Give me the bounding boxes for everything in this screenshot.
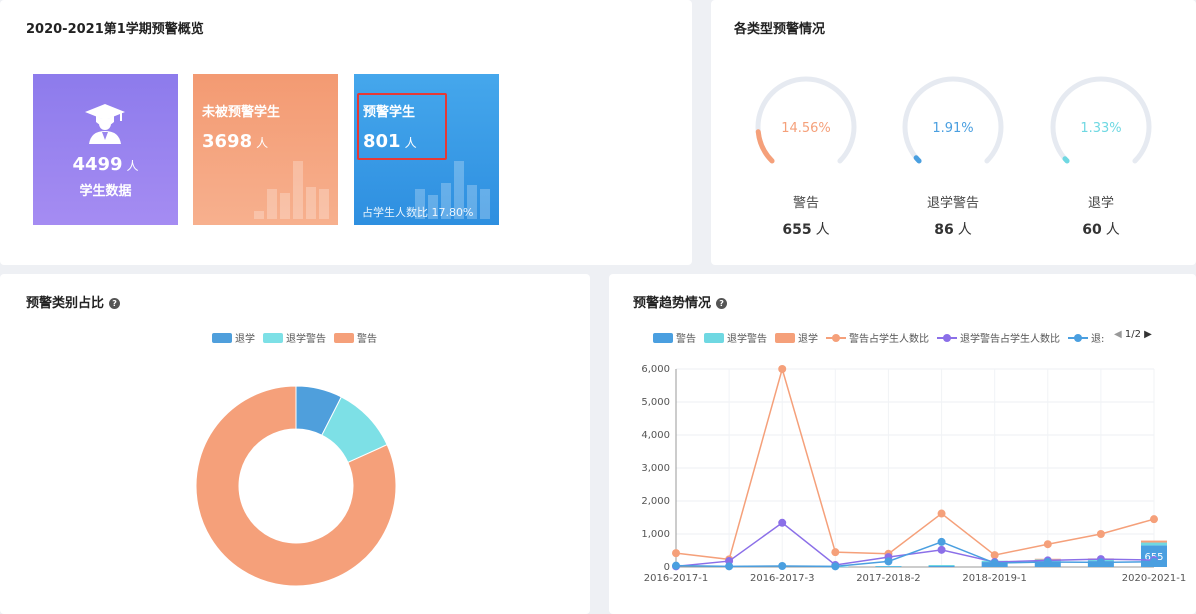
- point-警告占学生人数比[interactable]: [778, 365, 787, 373]
- point-退学占学生人数比[interactable]: [990, 559, 999, 568]
- total-students-card[interactable]: 4499 人 学生数据: [33, 74, 178, 225]
- category-panel: 预警类别占比? 退学 退学警告 警告: [0, 274, 590, 614]
- ring-track: [902, 76, 1004, 164]
- point-警告占学生人数比[interactable]: [937, 509, 946, 518]
- bar-退学警告[interactable]: [875, 566, 902, 567]
- point-退学占学生人数比[interactable]: [1043, 558, 1052, 567]
- bar-退学警告[interactable]: [928, 565, 955, 567]
- category-donut-chart: [195, 385, 397, 587]
- type-name: 警告: [792, 196, 819, 211]
- bar-警告[interactable]: [928, 566, 955, 567]
- point-退学占学生人数比[interactable]: [1096, 558, 1105, 567]
- y-tick-label: 1,000: [641, 529, 670, 540]
- x-tick-label: 2017-2018-2: [856, 573, 920, 584]
- point-退学警告占学生人数比[interactable]: [937, 545, 946, 554]
- point-警告占学生人数比[interactable]: [990, 551, 999, 560]
- graduate-icon: [85, 104, 125, 144]
- trend-chart: 0 1,000 2,000 3,000 4,000 5,000 6,000 2016-2017…: [641, 364, 1186, 584]
- x-tick-label: 2016-2017-3: [750, 573, 814, 584]
- total-students-count: 4499 人: [72, 154, 139, 175]
- ring-percent: 14.56%: [781, 121, 831, 136]
- point-退学占学生人数比[interactable]: [672, 561, 680, 570]
- total-students-label: 学生数据: [79, 184, 132, 199]
- overview-title: 2020-2021第1学期预警概览: [26, 22, 204, 37]
- ring-progress: [913, 155, 922, 164]
- ring-track: [1050, 76, 1152, 164]
- bar-退学[interactable]: [1141, 540, 1167, 543]
- type-count: 60 人: [1082, 222, 1120, 238]
- ring-percent: 1.33%: [1080, 121, 1121, 136]
- not-warned-card[interactable]: 未被预警学生 3698 人: [193, 74, 338, 225]
- point-退学占学生人数比[interactable]: [831, 562, 840, 571]
- ring-track: [755, 76, 857, 164]
- bar-退学警告[interactable]: [1141, 542, 1167, 546]
- type-name: 退学: [1087, 196, 1114, 211]
- type-count: 86 人: [934, 222, 972, 238]
- ring-progress: [1062, 156, 1070, 164]
- ring-progress: [755, 129, 775, 164]
- point-退学警告占学生人数比[interactable]: [778, 518, 787, 527]
- line-警告占学生人数比: [675, 366, 1155, 561]
- y-tick-label: 6,000: [641, 364, 670, 375]
- type-ring: 1.91%: [902, 76, 1004, 164]
- point-退学占学生人数比[interactable]: [778, 562, 787, 571]
- decorative-bars: [254, 149, 330, 219]
- point-警告占学生人数比[interactable]: [1043, 540, 1052, 549]
- point-警告占学生人数比[interactable]: [672, 549, 680, 558]
- point-退学占学生人数比[interactable]: [725, 562, 734, 571]
- y-tick-label: 5,000: [641, 397, 670, 408]
- ring-percent: 1.91%: [932, 121, 973, 136]
- point-退学占学生人数比[interactable]: [1150, 557, 1158, 566]
- x-tick-label: 2018-2019-1: [962, 573, 1026, 584]
- y-tick-label: 3,000: [641, 463, 670, 474]
- type-ring: 1.33%: [1050, 76, 1152, 164]
- warned-ratio: 占学生人数比 17.80%: [362, 206, 474, 219]
- point-警告占学生人数比[interactable]: [1150, 515, 1158, 524]
- not-warned-label: 未被预警学生: [202, 105, 281, 120]
- point-退学占学生人数比[interactable]: [937, 537, 946, 546]
- y-tick-label: 0: [664, 562, 670, 573]
- y-tick-label: 4,000: [641, 430, 670, 441]
- warned-card[interactable]: 预警学生 801 人 占学生人数比 17.80%: [354, 74, 499, 225]
- point-退学占学生人数比[interactable]: [884, 557, 893, 566]
- type-name: 退学警告: [926, 196, 979, 211]
- line-退学警告占学生人数比: [675, 521, 1155, 568]
- types-title: 各类型预警情况: [734, 22, 826, 37]
- overview-panel: 2020-2021第1学期预警概览 4499 人 学生数据 未被预警学生 3698…: [0, 0, 692, 265]
- y-tick-label: 2,000: [641, 496, 670, 507]
- types-panel: 各类型预警情况 14.56% 警告 655 人 1.91% 退学警告 86 人 1.33% 退学 6…: [711, 0, 1196, 265]
- point-警告占学生人数比[interactable]: [1096, 530, 1105, 538]
- point-警告占学生人数比[interactable]: [831, 548, 840, 557]
- x-tick-label: 2020-2021-1: [1122, 573, 1186, 584]
- type-ring: 14.56%: [755, 76, 857, 164]
- type-count: 655 人: [782, 222, 830, 238]
- trend-panel: 预警趋势情况? 警告 退学警告 退学 警告占学生人数比 退学警告占学生人数比 退: ◀ 1…: [609, 274, 1196, 614]
- x-tick-label: 2016-2017-1: [644, 573, 708, 584]
